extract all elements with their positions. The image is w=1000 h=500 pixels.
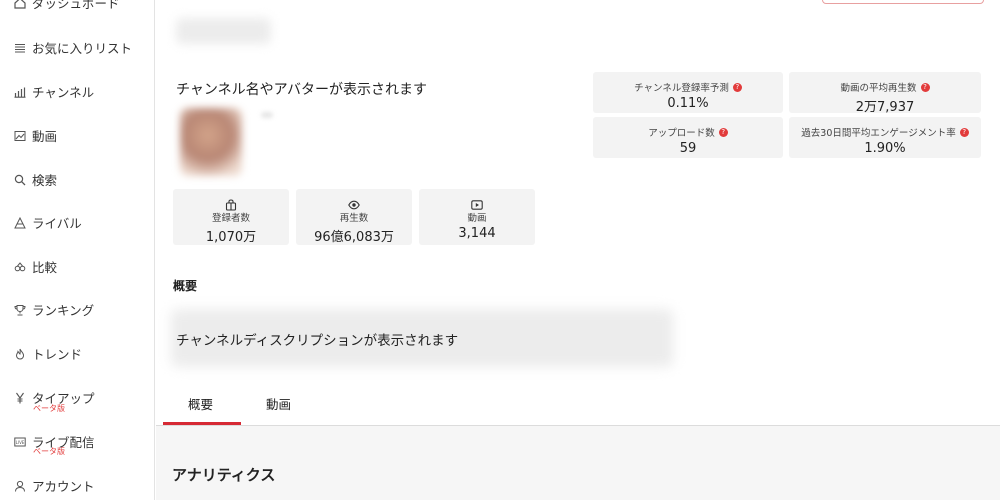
stat-value: 96億6,083万 — [314, 230, 394, 245]
trophy-icon — [14, 304, 26, 316]
blurred-title — [176, 18, 271, 44]
stat-views: 再生数 96億6,083万 — [296, 189, 412, 245]
tab-bar: 概要 動画 — [156, 380, 1000, 426]
flame-icon — [14, 348, 26, 360]
sidebar-item-dashboard[interactable]: ダッシュボード — [14, 0, 120, 12]
sidebar-item-label: 比較 — [32, 260, 58, 275]
metric-average-views: 動画の平均再生数? 2万7,937 — [789, 72, 981, 115]
sidebar-item-trend[interactable]: トレンド — [14, 344, 82, 363]
sidebar-item-label: 動画 — [32, 129, 58, 144]
metric-label: 動画の平均再生数 — [840, 83, 917, 94]
metric-value: 59 — [679, 141, 697, 156]
search-icon — [14, 174, 26, 186]
sidebar-item-channel[interactable]: チャンネル — [14, 82, 94, 101]
stat-value: 3,144 — [458, 226, 496, 241]
metric-subscribe-rate: チャンネル登録率予測? 0.11% — [593, 72, 783, 113]
analytics-section: アナリティクス — [156, 426, 1000, 500]
blurred-badge — [261, 112, 273, 118]
metric-value: 0.11% — [667, 96, 709, 111]
sidebar-item-search[interactable]: 検索 — [14, 170, 57, 189]
channel-name: チャンネル名やアバターが表示されます — [176, 82, 428, 98]
tab-overview[interactable]: 概要 — [188, 394, 213, 413]
help-icon[interactable]: ? — [732, 82, 742, 92]
home-icon — [14, 0, 26, 9]
sidebar-item-favorites[interactable]: お気に入りリスト — [14, 38, 132, 57]
play-icon — [471, 196, 483, 210]
rival-icon — [14, 216, 26, 229]
stat-label: 動画 — [467, 213, 487, 224]
eye-icon — [348, 196, 360, 210]
main-content: チャンネル名やアバターが表示されます 登録者数 1,070万 再生数 96億6,… — [156, 0, 1000, 500]
overview-heading: 概要 — [173, 279, 198, 293]
metric-label: チャンネル登録率予測 — [634, 83, 729, 94]
live-icon: LIVE — [14, 436, 26, 448]
sidebar-item-label: アカウント — [32, 479, 95, 494]
stat-videos: 動画 3,144 — [419, 189, 535, 245]
avatar — [180, 108, 242, 176]
tab-videos[interactable]: 動画 — [266, 394, 291, 413]
sidebar-item-rival[interactable]: ライバル — [14, 213, 82, 232]
svg-text:LIVE: LIVE — [16, 440, 25, 445]
sidebar-item-label: ライバル — [32, 216, 82, 231]
sidebar-item-label: ランキング — [32, 303, 95, 318]
yen-icon — [14, 392, 26, 404]
active-tab-indicator — [163, 422, 241, 425]
beta-badge: ベータ版 — [33, 447, 65, 456]
sidebar-item-videos[interactable]: 動画 — [14, 126, 57, 145]
sidebar: ダッシュボード お気に入りリスト チャンネル 動画 検索 ライバル 比較 ランキ… — [0, 0, 155, 500]
sidebar-item-label: 検索 — [32, 173, 58, 188]
help-icon[interactable]: ? — [920, 82, 930, 92]
analytics-heading: アナリティクス — [172, 466, 276, 484]
stat-subscribers: 登録者数 1,070万 — [173, 189, 289, 245]
stat-value: 1,070万 — [205, 230, 257, 245]
sidebar-item-label: チャンネル — [32, 85, 95, 100]
help-icon[interactable]: ? — [959, 127, 969, 137]
user-icon — [14, 480, 26, 492]
stat-label: 登録者数 — [211, 213, 250, 224]
sidebar-item-account[interactable]: アカウント — [14, 476, 95, 495]
stat-label: 再生数 — [339, 213, 369, 224]
sidebar-item-label: トレンド — [32, 347, 83, 362]
metric-uploads: アップロード数? 59 — [593, 117, 783, 158]
top-action-button[interactable] — [822, 0, 984, 4]
help-icon[interactable]: ? — [718, 127, 728, 137]
list-icon — [14, 42, 26, 54]
bag-icon — [225, 196, 237, 211]
metric-value: 1.90% — [864, 141, 906, 156]
image-icon — [14, 130, 26, 142]
channel-description: チャンネルディスクリプションが表示されます — [176, 333, 459, 349]
bar-chart-icon — [14, 86, 26, 98]
sidebar-item-label: お気に入りリスト — [32, 41, 133, 56]
sidebar-item-label: ダッシュボード — [32, 0, 120, 11]
beta-badge: ベータ版 — [33, 404, 65, 413]
metric-label: アップロード数 — [648, 128, 715, 139]
sidebar-item-compare[interactable]: 比較 — [14, 257, 57, 276]
compare-icon — [14, 261, 26, 273]
metric-label: 過去30日間平均エンゲージメント率 — [801, 128, 956, 139]
metric-engagement: 過去30日間平均エンゲージメント率? 1.90% — [789, 117, 981, 158]
metric-value: 2万7,937 — [855, 100, 915, 115]
sidebar-item-ranking[interactable]: ランキング — [14, 300, 94, 319]
